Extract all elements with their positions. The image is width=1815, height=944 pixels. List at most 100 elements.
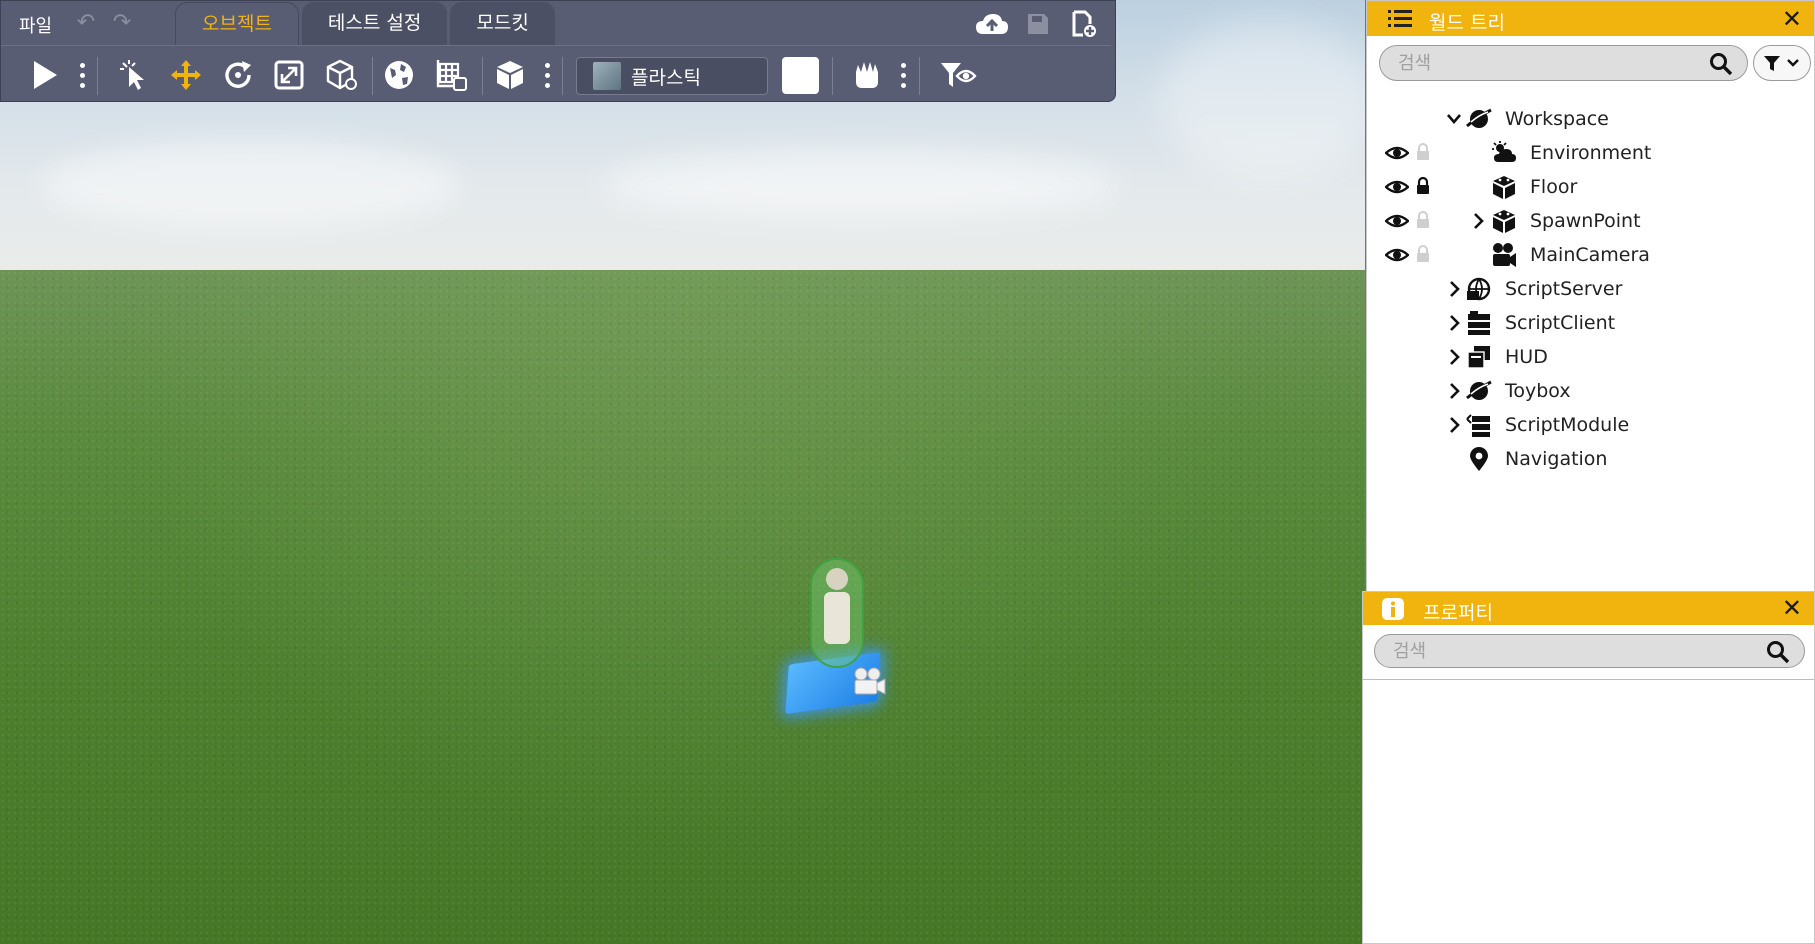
tree-node-scriptclient[interactable]: ScriptClient — [1367, 307, 1814, 339]
tree-node-floor[interactable]: Floor — [1367, 171, 1814, 203]
top-right-actions — [975, 9, 1101, 39]
search-icon[interactable] — [1709, 52, 1733, 76]
chevron-right-icon[interactable] — [1445, 415, 1463, 435]
divider — [1363, 679, 1814, 680]
visibility-eye-icon[interactable] — [1385, 177, 1409, 197]
search-input[interactable] — [1398, 50, 1674, 76]
node-label: Floor — [1530, 176, 1578, 198]
camera-icon — [1493, 243, 1516, 267]
chevron-right-icon[interactable] — [1445, 347, 1463, 367]
rotate-tool-icon[interactable] — [218, 55, 258, 95]
file-menu[interactable]: 파일 — [19, 12, 52, 38]
script-module-icon — [1466, 414, 1490, 437]
material-swatch — [593, 62, 621, 90]
hud-icon — [1467, 346, 1490, 369]
color-picker-swatch[interactable] — [782, 57, 819, 94]
world-space-icon[interactable] — [379, 55, 419, 95]
world-tree-search[interactable] — [1379, 45, 1748, 81]
ground-floor[interactable] — [0, 270, 1365, 944]
chevron-right-icon[interactable] — [1469, 211, 1487, 231]
visibility-eye-icon[interactable] — [1385, 211, 1409, 231]
panel-title: 프로퍼티 — [1423, 602, 1493, 624]
node-label: Environment — [1530, 142, 1652, 164]
unlocked-icon[interactable] — [1415, 210, 1431, 230]
tree-node-environment[interactable]: Environment — [1367, 137, 1814, 169]
visibility-eye-icon[interactable] — [1385, 143, 1409, 163]
divider — [562, 57, 563, 95]
chevron-right-icon[interactable] — [1445, 313, 1463, 333]
chevron-right-icon[interactable] — [1445, 279, 1463, 299]
tree-filter-button[interactable] — [1753, 45, 1811, 81]
upload-cloud-icon[interactable] — [975, 9, 1009, 39]
unlocked-icon[interactable] — [1415, 142, 1431, 162]
info-icon — [1382, 598, 1404, 620]
save-icon[interactable] — [1021, 9, 1055, 39]
tree-node-toybox[interactable]: Toybox — [1367, 375, 1814, 407]
cloud — [40, 140, 460, 230]
node-label: Toybox — [1505, 380, 1571, 402]
new-file-icon[interactable] — [1067, 9, 1101, 39]
tab-object[interactable]: 오브젝트 — [175, 2, 299, 45]
properties-panel: 프로퍼티 ✕ — [1362, 591, 1815, 944]
toybox-icon — [1466, 380, 1492, 400]
spawn-point-object[interactable] — [770, 558, 910, 723]
mode-tabs: 오브젝트 테스트 설정 모드킷 — [175, 2, 558, 45]
properties-search[interactable] — [1374, 634, 1805, 668]
tree-node-navigation[interactable]: Navigation — [1367, 443, 1814, 475]
node-label: MainCamera — [1530, 244, 1650, 266]
editor-toolbar: 파일 ↶ ↷ 오브젝트 테스트 설정 모드킷 플라스틱 — [0, 0, 1116, 102]
anchor-options-button[interactable] — [897, 59, 909, 91]
chevron-right-icon[interactable] — [1445, 381, 1463, 401]
tree-node-spawnpoint[interactable]: SpawnPoint — [1367, 205, 1814, 237]
scale-tool-icon[interactable] — [269, 55, 309, 95]
anchor-hand-icon[interactable] — [847, 55, 887, 95]
close-icon[interactable]: ✕ — [1782, 594, 1802, 622]
node-label: ScriptClient — [1505, 312, 1616, 334]
tree-node-scriptmodule[interactable]: ScriptModule — [1367, 409, 1814, 441]
tree-node-maincamera[interactable]: MainCamera — [1367, 239, 1814, 271]
divider — [919, 57, 920, 95]
part-options-button[interactable] — [541, 59, 553, 91]
divider — [372, 57, 373, 95]
scene-viewport[interactable] — [0, 0, 1365, 944]
tree-node-scriptserver[interactable]: ScriptServer — [1367, 273, 1814, 305]
search-input[interactable] — [1393, 638, 1715, 664]
move-tool-icon[interactable] — [166, 55, 206, 95]
grid-snap-icon[interactable] — [431, 55, 471, 95]
spawn-figure-body — [824, 592, 850, 644]
redo-icon[interactable]: ↷ — [109, 10, 135, 36]
tab-test-settings[interactable]: 테스트 설정 — [301, 2, 448, 45]
part-cube-icon[interactable] — [490, 55, 530, 95]
undo-icon[interactable]: ↶ — [73, 10, 99, 36]
tree-node-hud[interactable]: HUD — [1367, 341, 1814, 373]
divider — [482, 57, 483, 95]
select-tool-icon[interactable] — [115, 55, 155, 95]
close-icon[interactable]: ✕ — [1782, 5, 1802, 33]
cloud — [600, 150, 1120, 220]
node-label: ScriptServer — [1505, 278, 1623, 300]
visibility-filter-icon[interactable] — [938, 55, 978, 95]
node-label: ScriptModule — [1505, 414, 1630, 436]
cloud — [1160, 20, 1365, 180]
list-icon — [1388, 10, 1412, 27]
navigation-pin-icon — [1470, 447, 1488, 471]
divider — [832, 57, 833, 95]
panel-header: 월드 트리 ✕ — [1367, 1, 1814, 36]
local-space-tool-icon[interactable] — [321, 55, 361, 95]
play-button[interactable] — [25, 55, 65, 95]
panel-header: 프로퍼티 ✕ — [1363, 592, 1814, 625]
camera-gizmo-icon[interactable] — [852, 666, 886, 696]
unlocked-icon[interactable] — [1415, 244, 1431, 264]
play-options-button[interactable] — [76, 59, 88, 91]
tree-node-workspace[interactable]: Workspace — [1367, 103, 1814, 135]
locked-icon[interactable] — [1415, 176, 1431, 196]
search-icon[interactable] — [1766, 640, 1790, 664]
menu-bar: 파일 ↶ ↷ 오브젝트 테스트 설정 모드킷 — [1, 1, 1115, 45]
visibility-eye-icon[interactable] — [1385, 245, 1409, 265]
tab-modkit[interactable]: 모드킷 — [450, 2, 555, 45]
part-cube-icon — [1493, 176, 1515, 199]
material-dropdown[interactable]: 플라스틱 — [576, 57, 768, 95]
chevron-down-icon[interactable] — [1445, 109, 1463, 129]
divider — [97, 57, 98, 95]
panel-title: 월드 트리 — [1429, 12, 1505, 34]
